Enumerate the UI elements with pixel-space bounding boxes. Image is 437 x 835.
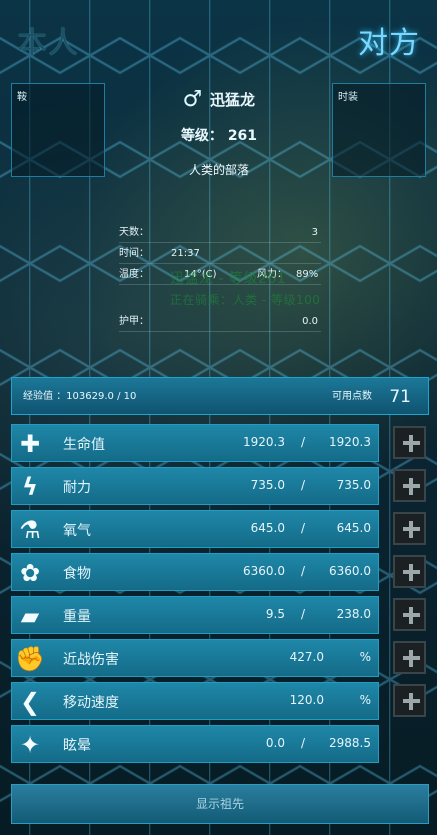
days-value: 3 [311, 227, 318, 238]
show-ancestors-button[interactable]: 显示祖先 [11, 784, 429, 824]
costume-slot-label: 时装 [338, 92, 358, 103]
stat-health-separator: / [300, 435, 305, 449]
stat-movement-speed: ❮ 移动速度 120.0 % [11, 682, 379, 720]
days-label: 天数： [119, 227, 149, 238]
stat-oxygen-current: 645.0 [250, 521, 285, 535]
stat-oxygen-label: 氧气 [63, 523, 91, 539]
add-oxygen-point-button[interactable] [393, 512, 426, 545]
creature-header: ♂ 迅猛龙 等级： 261 人类的部落 [130, 84, 308, 178]
stat-stamina: ϟ 耐力 735.0 / 735.0 [11, 467, 379, 505]
overlay-creature-level: 迅猛龙 - 等级261 [170, 271, 287, 287]
armor-value: 0.0 [302, 316, 318, 327]
stat-melee-damage-unit: % [359, 650, 371, 664]
experience-label-and-value: 经验值 ：103629.0 / 10 [23, 378, 136, 416]
stat-melee-damage-value: 427.0 [289, 650, 324, 664]
stat-movement-speed-unit: % [359, 693, 371, 707]
creature-level-label: 等级： [180, 128, 223, 144]
stat-melee-damage: ✊ 近战伤害 427.0 % [11, 639, 379, 677]
saddle-slot-label: 鞍 [17, 92, 27, 103]
stat-food-separator: / [300, 564, 305, 578]
time-value: 21:37 [171, 248, 200, 259]
weight-icon: ▰ [20, 602, 40, 630]
add-movement-speed-point-button[interactable] [393, 684, 426, 717]
stat-torpor-max: 2988.5 [329, 736, 371, 750]
stat-food-max: 6360.0 [329, 564, 371, 578]
stat-stamina-separator: / [300, 478, 305, 492]
stat-stamina-label: 耐力 [63, 480, 91, 496]
add-melee-damage-point-button[interactable] [393, 641, 426, 674]
stat-torpor-separator: / [300, 736, 305, 750]
stat-health-max: 1920.3 [329, 435, 371, 449]
add-health-point-button[interactable] [393, 426, 426, 459]
stat-weight-label: 重量 [63, 609, 91, 625]
stat-oxygen-max: 645.0 [336, 521, 371, 535]
available-points-label: 可用点数 [332, 391, 372, 402]
saddle-slot[interactable]: 鞍 [11, 83, 105, 177]
stat-health: ✚ 生命值 1920.3 / 1920.3 [11, 424, 379, 462]
tab-enemy[interactable]: 对方 [358, 27, 420, 61]
stat-weight: ▰ 重量 9.5 / 238.0 [11, 596, 379, 634]
add-weight-point-button[interactable] [393, 598, 426, 631]
stat-weight-separator: / [300, 607, 305, 621]
stat-melee-damage-label: 近战伤害 [63, 652, 119, 668]
available-points-value: 71 [389, 387, 411, 407]
torpor-stars-icon: ✦ [19, 731, 41, 759]
creature-tribe: 人类的部落 [188, 163, 249, 177]
stat-torpor: ✦ 眩晕 0.0 / 2988.5 [11, 725, 379, 763]
time-info: 时间： 21:37 [119, 245, 321, 264]
melee-fist-icon: ✊ [15, 645, 45, 673]
creature-name: 迅猛龙 [209, 90, 255, 109]
movement-speed-icon: ❮ [19, 688, 41, 716]
costume-slot[interactable]: 时装 [332, 83, 426, 177]
food-bag-icon: ✿ [19, 559, 41, 587]
days-info: 天数： 3 [119, 224, 321, 243]
stat-food-current: 6360.0 [243, 564, 285, 578]
experience-label: 经验值 [23, 391, 53, 402]
stat-stamina-current: 735.0 [250, 478, 285, 492]
stat-oxygen-separator: / [300, 521, 305, 535]
male-gender-icon: ♂ [182, 86, 203, 112]
stat-movement-speed-value: 120.0 [289, 693, 324, 707]
stat-oxygen: ⚗ 氧气 645.0 / 645.0 [11, 510, 379, 548]
stat-torpor-current: 0.0 [265, 736, 285, 750]
stat-health-label: 生命值 [63, 437, 105, 453]
overlay-riding-info: 正在骑乘：人类 - 等级100 [170, 293, 321, 307]
experience-bar: 经验值 ：103629.0 / 10 可用点数 71 [11, 377, 429, 415]
armor-label: 护甲： [119, 316, 149, 327]
stat-movement-speed-label: 移动速度 [63, 695, 119, 711]
time-label: 时间： [119, 248, 149, 259]
stat-weight-max: 238.0 [336, 607, 371, 621]
temperature-label: 温度： [119, 269, 149, 280]
stat-torpor-label: 眩晕 [63, 738, 91, 754]
armor-info: 护甲： 0.0 [119, 313, 321, 332]
experience-value: ：103629.0 / 10 [56, 391, 137, 402]
creature-level: 261 [227, 128, 258, 144]
health-cross-icon: ✚ [19, 430, 41, 458]
stamina-lightning-icon: ϟ [22, 473, 38, 501]
add-food-point-button[interactable] [393, 555, 426, 588]
stat-food: ✿ 食物 6360.0 / 6360.0 [11, 553, 379, 591]
stat-stamina-max: 735.0 [336, 478, 371, 492]
tab-self[interactable]: 本人 [17, 27, 79, 61]
stat-weight-current: 9.5 [265, 607, 285, 621]
creature-level-row: 等级： 261 [130, 125, 308, 145]
oxygen-tank-icon: ⚗ [19, 516, 41, 544]
stat-health-current: 1920.3 [243, 435, 285, 449]
stat-food-label: 食物 [63, 566, 91, 582]
creature-name-row: ♂ 迅猛龙 [130, 84, 308, 114]
add-stamina-point-button[interactable] [393, 469, 426, 502]
